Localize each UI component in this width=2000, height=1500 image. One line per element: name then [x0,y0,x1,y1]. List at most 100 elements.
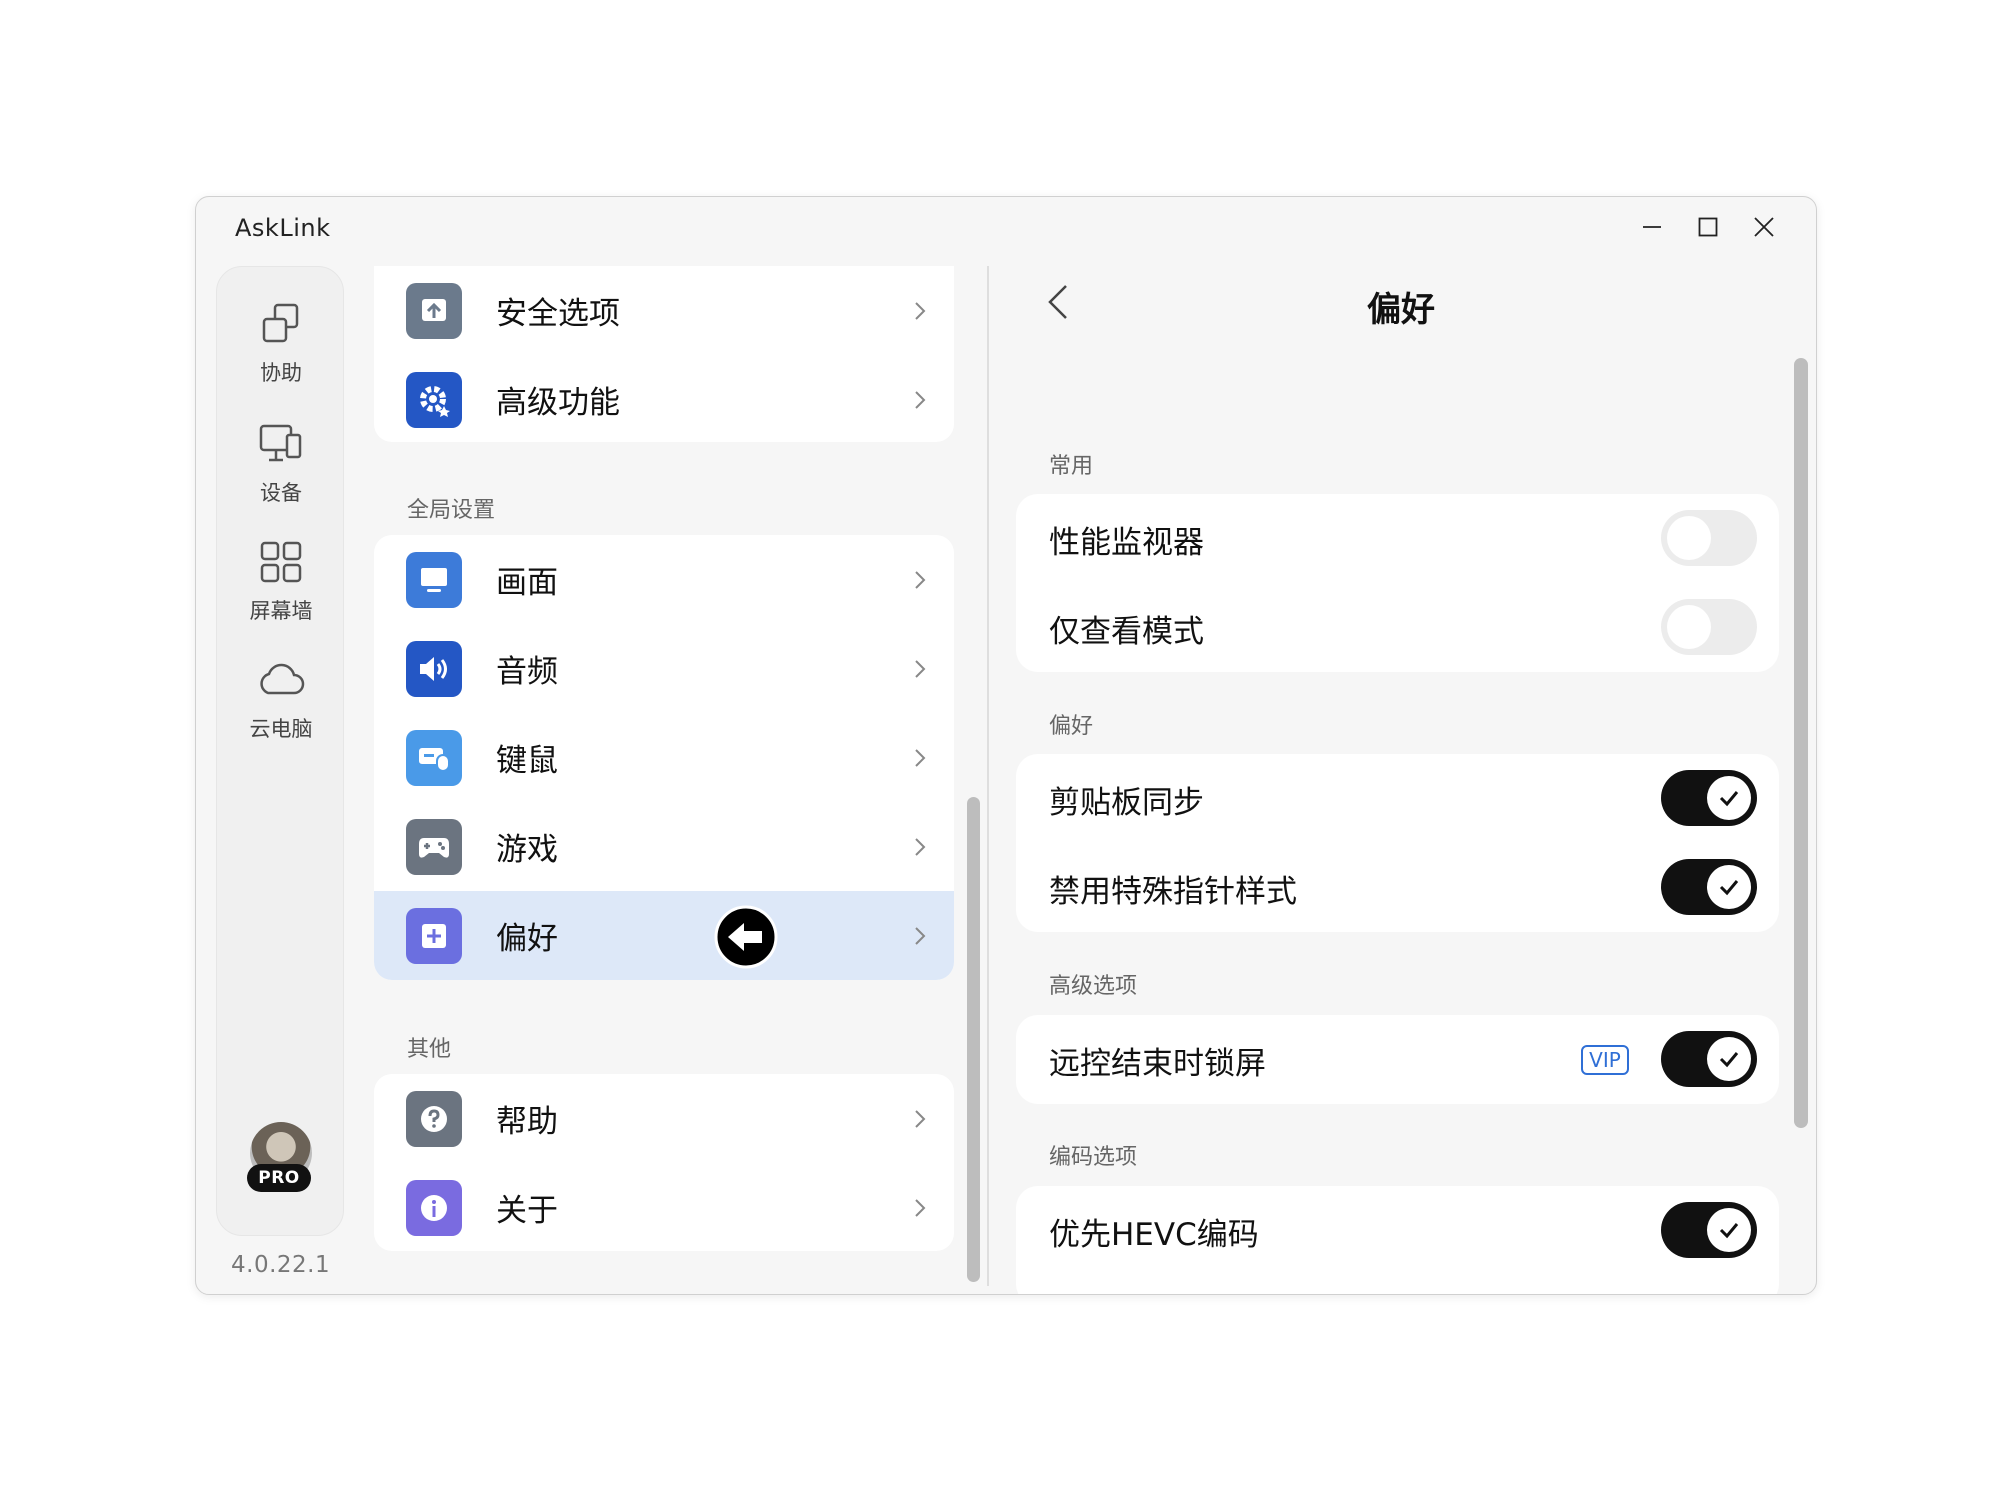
list-item-label: 游戏 [496,832,558,868]
minimize-icon [1643,226,1661,228]
settings-card-advanced: 远控结束时锁屏 VIP [1016,1015,1779,1104]
list-item-label: 安全选项 [496,296,620,332]
pane-divider [987,266,989,1286]
version-label: 4.0.22.1 [231,1252,331,1278]
gamepad-icon [406,818,462,875]
rail-item-devices[interactable]: 设备 [217,417,345,527]
chevron-right-icon [915,748,926,767]
clipboard-sync-toggle[interactable] [1661,770,1757,826]
list-scrollbar[interactable] [967,797,980,1282]
setting-row-performance-monitor: 性能监视器 [1016,494,1779,583]
close-button[interactable] [1742,209,1786,245]
settings-group-top: 安全选项 高级功能 [374,266,954,442]
list-item-preferences[interactable]: 偏好 [374,891,954,980]
help-icon [406,1090,462,1147]
setting-label: 性能监视器 [1049,525,1204,561]
rail-label: 设备 [260,481,302,505]
devices-icon [259,424,302,462]
list-item-label: 高级功能 [496,385,620,421]
setting-row-hevc: 优先HEVC编码 [1016,1186,1779,1275]
collaborate-icon [262,303,299,343]
rail-item-cloud-pc[interactable]: 云电脑 [217,653,345,763]
chevron-right-icon [915,837,926,856]
list-item-display[interactable]: 画面 [374,535,954,624]
display-icon [406,551,462,608]
setting-label: 仅查看模式 [1049,614,1204,650]
chevron-right-icon [915,1198,926,1217]
app-window: AskLink 协助 设备 屏幕墙 云电脑 PRO 4.0.22.1 安全选项 … [195,196,1817,1295]
setting-label: 远控结束时锁屏 [1049,1046,1266,1082]
section-title: 编码选项 [1049,1145,1138,1170]
vip-badge: VIP [1581,1045,1629,1075]
view-only-toggle[interactable] [1661,599,1757,655]
rail-label: 屏幕墙 [249,599,313,623]
page-title: 偏好 [1367,290,1435,330]
chevron-right-icon [915,926,926,945]
preferences-scrollbar[interactable] [1794,358,1808,1128]
list-item-label: 键鼠 [496,743,558,779]
speaker-icon [406,640,462,697]
chevron-right-icon [915,1109,926,1128]
checkmark-icon [1719,1052,1739,1068]
checkmark-icon [1719,1223,1739,1239]
list-item-advanced[interactable]: 高级功能 [374,355,954,442]
setting-row-clipboard-sync: 剪贴板同步 [1016,754,1779,843]
setting-label: 禁用特殊指针样式 [1049,874,1297,910]
maximize-button[interactable] [1686,209,1730,245]
rail-label: 云电脑 [249,717,313,741]
rail-item-collaborate[interactable]: 协助 [217,297,345,407]
setting-row-view-only: 仅查看模式 [1016,583,1779,672]
setting-label: 优先HEVC编码 [1049,1217,1259,1253]
settings-list: 安全选项 高级功能 全局设置 画面 音频 键鼠 游戏 偏好 其他 帮助 关于 [374,266,954,1286]
settings-card-encoding: 优先HEVC编码 [1016,1186,1779,1294]
nav-rail: 协助 设备 屏幕墙 云电脑 PRO [216,266,344,1236]
chevron-right-icon [915,570,926,589]
setting-label: 剪贴板同步 [1049,785,1204,821]
chevron-right-icon [915,659,926,678]
section-title-other: 其他 [407,1037,452,1062]
list-item-security[interactable]: 安全选项 [374,266,954,355]
list-item-audio[interactable]: 音频 [374,624,954,713]
performance-monitor-toggle[interactable] [1661,510,1757,566]
keyboard-mouse-icon [406,729,462,786]
list-item-help[interactable]: 帮助 [374,1074,954,1163]
chevron-right-icon [915,390,926,409]
settings-group-other: 帮助 关于 [374,1074,954,1251]
title-bar: AskLink [196,197,1816,259]
section-title: 高级选项 [1049,974,1138,999]
cursor-arrow-icon [714,905,778,969]
minimize-button[interactable] [1630,209,1674,245]
checkmark-icon [1719,791,1739,807]
disable-pointer-style-toggle[interactable] [1661,859,1757,915]
info-icon [406,1179,462,1236]
rail-label: 协助 [260,361,302,385]
section-title-global: 全局设置 [407,498,496,523]
maximize-icon [1698,217,1718,237]
checkmark-icon [1719,880,1739,896]
list-item-about[interactable]: 关于 [374,1163,954,1251]
preferences-pane: 偏好 常用 性能监视器 仅查看模式 偏好 剪贴板同步 禁用特殊指针样式 高级选项 [1016,266,1796,1294]
rail-item-screen-wall[interactable]: 屏幕墙 [217,535,345,645]
list-item-label: 画面 [496,565,558,601]
settings-card-preferences: 剪贴板同步 禁用特殊指针样式 [1016,754,1779,932]
hevc-toggle[interactable] [1661,1202,1757,1258]
list-item-label: 帮助 [496,1104,558,1140]
list-item-label: 关于 [496,1193,558,1229]
chevron-right-icon [915,301,926,320]
close-icon [1754,217,1774,237]
list-item-label: 音频 [496,654,558,690]
settings-card-common: 性能监视器 仅查看模式 [1016,494,1779,672]
grid-icon [260,541,302,583]
gear-icon [406,371,462,428]
settings-group-global: 画面 音频 键鼠 游戏 偏好 [374,535,954,980]
plus-square-icon [406,907,462,964]
lock-screen-toggle[interactable] [1661,1031,1757,1087]
list-item-keyboard-mouse[interactable]: 键鼠 [374,713,954,802]
pro-badge: PRO [247,1164,311,1192]
cloud-icon [260,663,305,695]
list-item-game[interactable]: 游戏 [374,802,954,891]
setting-row-lock-screen: 远控结束时锁屏 VIP [1016,1015,1779,1104]
setting-row-disable-pointer-style: 禁用特殊指针样式 [1016,843,1779,932]
section-title: 常用 [1049,454,1094,479]
app-title: AskLink [235,214,331,242]
